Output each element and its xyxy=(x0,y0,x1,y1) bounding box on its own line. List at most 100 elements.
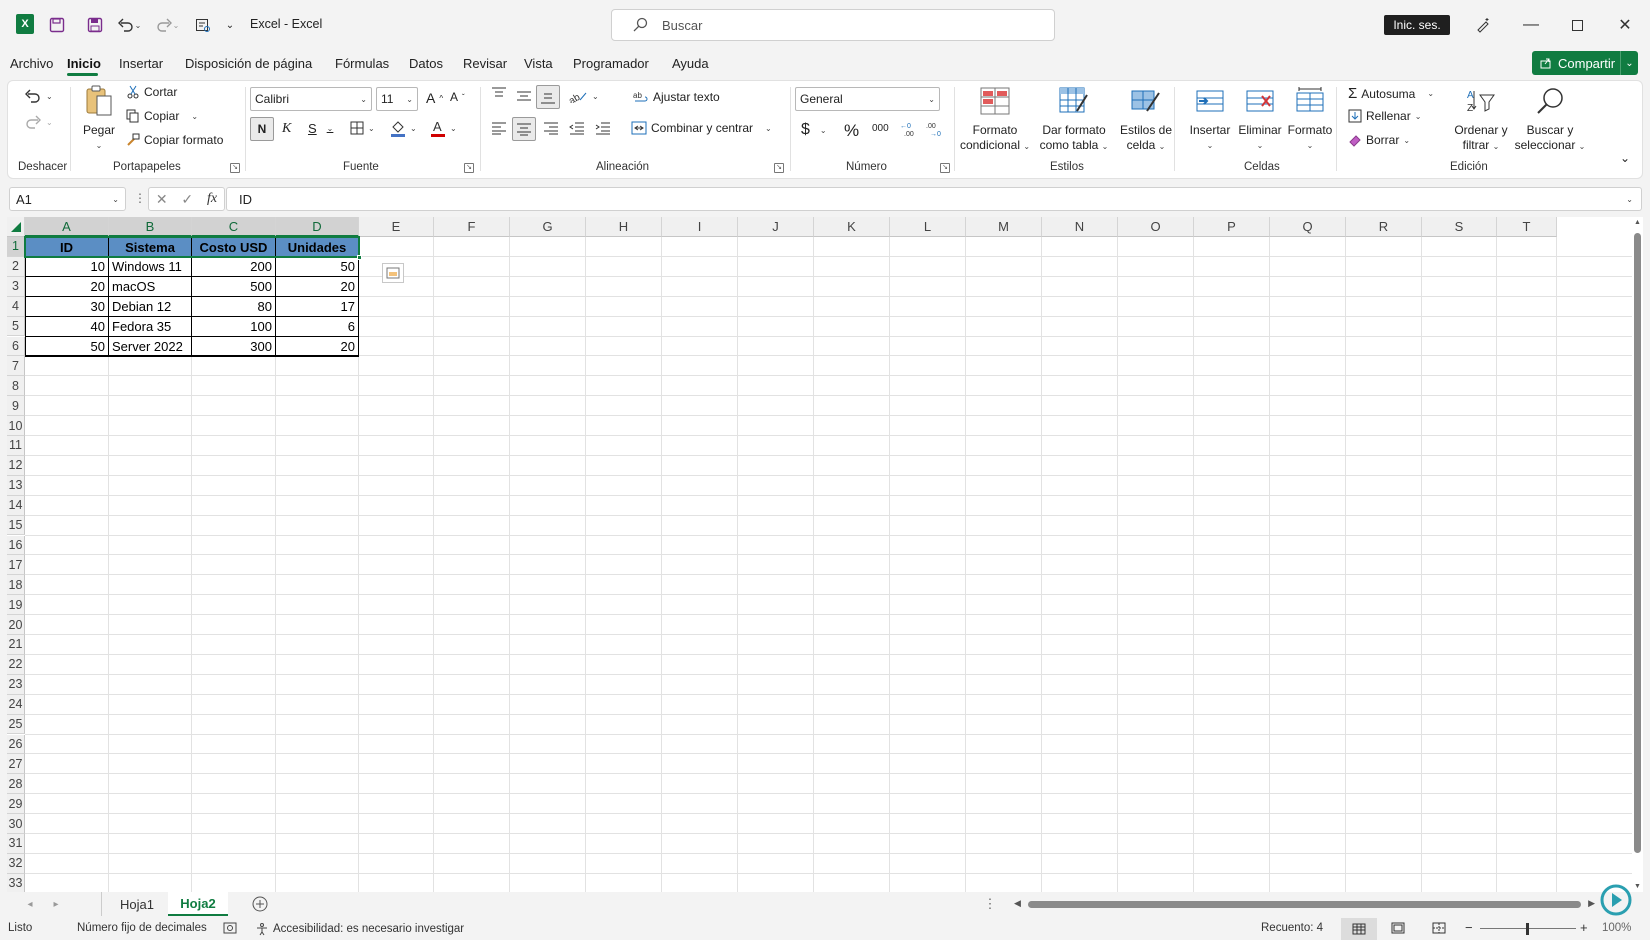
row-header-9[interactable]: 9 xyxy=(7,396,25,417)
row-header-16[interactable]: 16 xyxy=(7,535,25,556)
fill-button[interactable]: Rellenar ⌄ xyxy=(1348,109,1421,123)
row-header-32[interactable]: 32 xyxy=(7,853,25,874)
share-button[interactable]: Compartir ⌄ xyxy=(1532,51,1638,75)
column-header-q[interactable]: Q xyxy=(1270,217,1346,237)
row-header-24[interactable]: 24 xyxy=(7,694,25,715)
tab-insertar[interactable]: Insertar xyxy=(119,56,163,71)
row-header-12[interactable]: 12 xyxy=(7,455,25,476)
row-header-27[interactable]: 27 xyxy=(7,754,25,775)
row-header-31[interactable]: 31 xyxy=(7,834,25,854)
format-painter-button[interactable]: Copiar formato xyxy=(126,133,223,147)
sheet-tab-hoja2[interactable]: Hoja2 xyxy=(168,892,228,916)
column-header-r[interactable]: R xyxy=(1346,217,1422,237)
next-sheet-icon[interactable]: ▸ xyxy=(49,892,63,916)
column-header-t[interactable]: T xyxy=(1497,217,1557,237)
tab-ayuda[interactable]: Ayuda xyxy=(672,56,709,71)
autosave-icon[interactable] xyxy=(46,14,68,36)
row-header-28[interactable]: 28 xyxy=(7,774,25,795)
sheet-tab-hoja1[interactable]: Hoja1 xyxy=(107,892,167,916)
row-header-15[interactable]: 15 xyxy=(7,515,25,536)
row-header-11[interactable]: 11 xyxy=(7,436,25,456)
column-header-f[interactable]: F xyxy=(434,217,510,237)
dialog-launcher-icon[interactable]: ↘ xyxy=(774,163,784,173)
column-header-h[interactable]: H xyxy=(586,217,662,237)
add-sheet-icon[interactable] xyxy=(251,892,269,916)
column-header-c[interactable]: C xyxy=(192,217,276,237)
spreadsheet-grid[interactable]: A B C D E F G H I J K L M N O P Q R S T 1 2 3 4 5 6 7 8 9 10 11 12 13 14 1… xyxy=(7,217,1643,892)
conditional-format-button[interactable]: Formato condicional ⌄ xyxy=(957,85,1033,154)
column-header-n[interactable]: N xyxy=(1042,217,1118,237)
chevron-down-icon[interactable]: ⌄ xyxy=(112,195,119,204)
select-all-corner[interactable] xyxy=(7,217,25,237)
cut-button[interactable]: Cortar xyxy=(126,85,177,99)
row-header-4[interactable]: 4 xyxy=(7,296,25,317)
column-header-j[interactable]: J xyxy=(738,217,814,237)
fill-handle[interactable] xyxy=(357,254,362,260)
tab-revisar[interactable]: Revisar xyxy=(463,56,507,71)
ribbon-undo-button[interactable]: ⌄ xyxy=(24,87,53,105)
column-header-a[interactable]: A xyxy=(25,217,109,237)
delete-cells-button[interactable]: Eliminar ⌄ xyxy=(1234,85,1286,153)
orientation-icon[interactable]: ab ⌄ xyxy=(568,89,599,104)
row-header-18[interactable]: 18 xyxy=(7,575,25,596)
row-header-23[interactable]: 23 xyxy=(7,674,25,695)
designer-icon[interactable] xyxy=(1472,14,1494,36)
zoom-in-icon[interactable]: + xyxy=(1580,920,1588,935)
row-header-1[interactable]: 1 xyxy=(7,237,25,257)
row-header-25[interactable]: 25 xyxy=(7,714,25,735)
column-header-s[interactable]: S xyxy=(1422,217,1497,237)
row-header-30[interactable]: 30 xyxy=(7,814,25,834)
prev-sheet-icon[interactable]: ◂ xyxy=(23,892,37,916)
decrease-indent-icon[interactable] xyxy=(569,121,585,135)
tab-split-handle-icon[interactable]: ⋮ xyxy=(984,892,997,916)
row-header-6[interactable]: 6 xyxy=(7,336,25,357)
align-middle-icon[interactable] xyxy=(516,89,532,103)
currency-button[interactable]: $ ⌄ xyxy=(801,121,827,139)
collapse-ribbon-icon[interactable]: ⌄ xyxy=(1620,151,1630,165)
column-header-l[interactable]: L xyxy=(890,217,966,237)
format-as-table-button[interactable]: Dar formato como tabla ⌄ xyxy=(1036,85,1112,154)
ribbon-redo-button[interactable]: ⌄ xyxy=(24,113,53,131)
insert-function-icon[interactable]: fx xyxy=(207,191,217,207)
column-header-e[interactable]: E xyxy=(359,217,434,237)
autosum-button[interactable]: Σ Autosuma ⌄ xyxy=(1348,85,1434,102)
row-header-13[interactable]: 13 xyxy=(7,475,25,496)
horizontal-scrollbar[interactable]: ◀ ▶ xyxy=(1014,898,1595,910)
chevron-down-icon[interactable]: ⌄ xyxy=(1620,51,1638,75)
row-header-22[interactable]: 22 xyxy=(7,654,25,675)
vertical-scrollbar[interactable]: ▲ ▼ xyxy=(1632,217,1643,892)
page-break-view-icon[interactable] xyxy=(1432,922,1446,934)
row-header-7[interactable]: 7 xyxy=(7,356,25,377)
row-header-2[interactable]: 2 xyxy=(7,256,25,277)
clear-button[interactable]: Borrar ⌄ xyxy=(1348,133,1410,147)
expand-formula-icon[interactable]: ⌄ xyxy=(1626,195,1633,204)
form-icon[interactable] xyxy=(192,14,214,36)
row-header-8[interactable]: 8 xyxy=(7,376,25,397)
font-size-select[interactable]: 11 ⌄ xyxy=(376,87,418,111)
macro-record-icon[interactable] xyxy=(223,922,237,934)
maximize-icon[interactable] xyxy=(1566,14,1588,36)
status-fixed-decimal[interactable]: Número fijo de decimales xyxy=(77,922,207,934)
row-header-29[interactable]: 29 xyxy=(7,794,25,815)
row-header-33[interactable]: 33 xyxy=(7,873,25,892)
normal-view-icon[interactable] xyxy=(1341,918,1377,940)
thousands-button[interactable]: 000 xyxy=(872,123,889,134)
increase-indent-icon[interactable] xyxy=(595,121,611,135)
customize-qat-icon[interactable]: ⌄ xyxy=(222,14,238,36)
cancel-icon[interactable]: ✕ xyxy=(156,191,168,208)
zoom-slider-thumb[interactable] xyxy=(1526,923,1529,935)
column-header-b[interactable]: B xyxy=(109,217,192,237)
cell-styles-button[interactable]: Estilos de celda ⌄ xyxy=(1113,85,1179,154)
tab-archivo[interactable]: Archivo xyxy=(10,56,53,71)
italic-button[interactable]: K xyxy=(282,121,291,137)
fill-color-button[interactable]: ⌄ xyxy=(390,119,417,137)
format-cells-button[interactable]: Formato ⌄ xyxy=(1284,85,1336,153)
column-header-d[interactable]: D xyxy=(276,217,359,237)
number-format-select[interactable]: General ⌄ xyxy=(795,87,940,111)
merge-center-button[interactable]: Combinar y centrar ⌄ xyxy=(631,121,772,135)
copy-button[interactable]: Copiar ⌄ xyxy=(126,109,198,123)
font-name-select[interactable]: Calibri ⌄ xyxy=(250,87,372,111)
underline-button[interactable]: S ⌄ xyxy=(308,121,333,136)
column-header-p[interactable]: P xyxy=(1194,217,1270,237)
sort-filter-button[interactable]: AZ Ordenar y filtrar ⌄ xyxy=(1450,85,1512,154)
